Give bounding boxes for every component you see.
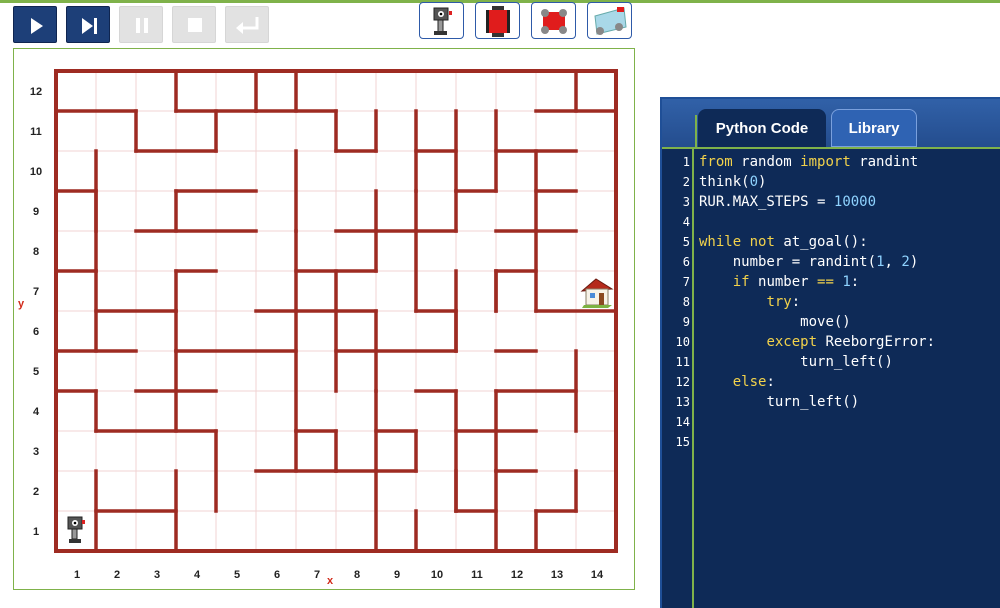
tab-bar-edge — [695, 115, 697, 147]
y-tick-label: 10 — [30, 166, 42, 178]
line-number: 10 — [675, 335, 690, 349]
line-number: 1 — [682, 155, 690, 169]
blue-car-robot-button[interactable] — [587, 2, 632, 39]
y-tick-label: 11 — [30, 126, 42, 138]
editor-tab-bar: Python Code Library — [662, 99, 1000, 149]
y-tick-label: 8 — [33, 246, 39, 258]
x-tick-label: 12 — [511, 569, 523, 581]
x-tick-label: 1 — [74, 569, 80, 581]
code-line: number = randint(1, 2) — [732, 254, 919, 270]
stop-icon — [188, 18, 202, 32]
code-line: try: — [766, 294, 801, 310]
line-number: 7 — [682, 275, 690, 289]
line-number: 3 — [682, 195, 690, 209]
run-button[interactable] — [13, 6, 57, 43]
code-line: while not at_goal(): — [699, 234, 868, 250]
line-number: 5 — [682, 235, 690, 249]
tab-library[interactable]: Library — [831, 109, 917, 147]
line-number: 11 — [675, 355, 690, 369]
code-line: think(0) — [699, 174, 767, 190]
world-panel: 1 2 3 4 5 6 7 8 9 10 11 12 13 14 1 2 3 4 5 6 7 8 9 10 11 12 x y — [13, 48, 635, 590]
line-number: 9 — [682, 315, 690, 329]
house-icon — [580, 278, 614, 308]
code-editor-panel: Python Code Library 1 2 3 4 5 6 7 8 9 10 11 12 13 14 1… — [660, 97, 1000, 608]
x-tick-label: 3 — [154, 569, 160, 581]
code-line: if number == 1: — [732, 274, 860, 290]
line-number-gutter: 1 2 3 4 5 6 7 8 9 10 11 12 13 14 15 — [662, 149, 692, 608]
step-button[interactable] — [66, 6, 110, 43]
robot-icon — [67, 516, 85, 543]
code-line: RUR.MAX_STEPS = 10000 — [699, 194, 877, 210]
step-icon — [82, 18, 97, 34]
code-line: turn_left() — [800, 354, 893, 370]
code-line: except ReeborgError: — [766, 334, 936, 350]
blue-car-robot-icon — [594, 7, 627, 35]
line-number: 13 — [675, 395, 690, 409]
code-line: turn_left() — [766, 394, 860, 410]
gutter-divider — [692, 149, 694, 608]
line-number: 2 — [682, 175, 690, 189]
x-tick-label: 6 — [274, 569, 280, 581]
line-number: 8 — [682, 295, 690, 309]
y-tick-label: 2 — [33, 486, 39, 498]
red-car-robot-icon — [541, 9, 567, 34]
x-tick-label: 10 — [431, 569, 443, 581]
code-line: move() — [800, 314, 851, 330]
x-tick-label: 11 — [471, 569, 483, 581]
return-icon — [236, 17, 259, 34]
x-axis-label: x — [327, 575, 334, 587]
classic-robot-button[interactable] — [419, 2, 464, 39]
y-tick-label: 1 — [33, 526, 39, 538]
stop-button[interactable] — [172, 6, 216, 43]
line-number: 12 — [675, 375, 690, 389]
x-tick-label: 7 — [314, 569, 320, 581]
y-axis-label: y — [18, 298, 25, 310]
x-tick-label: 8 — [354, 569, 360, 581]
line-number: 4 — [682, 215, 690, 229]
play-icon — [31, 18, 43, 34]
red-car-robot-button[interactable] — [531, 2, 576, 39]
code-line: from random import randint — [699, 154, 919, 170]
x-tick-label: 13 — [551, 569, 563, 581]
code-area[interactable]: from random import randint think(0) RUR.MA… — [699, 152, 999, 452]
x-tick-label: 5 — [234, 569, 240, 581]
y-tick-label: 12 — [30, 86, 42, 98]
tab-python-code[interactable]: Python Code — [698, 109, 826, 147]
square-robot-icon — [486, 6, 510, 37]
x-tick-label: 4 — [194, 569, 201, 581]
y-tick-label: 4 — [33, 406, 40, 418]
y-tick-label: 7 — [33, 286, 39, 298]
square-robot-button[interactable] — [475, 2, 520, 39]
pause-button[interactable] — [119, 6, 163, 43]
maze-canvas: 1 2 3 4 5 6 7 8 9 10 11 12 13 14123456789101112xy — [18, 69, 618, 587]
y-tick-label: 3 — [33, 446, 39, 458]
line-number: 15 — [675, 435, 690, 449]
x-tick-label: 2 — [114, 569, 120, 581]
x-tick-label: 9 — [394, 569, 400, 581]
line-number: 14 — [675, 415, 690, 429]
line-number: 6 — [682, 255, 690, 269]
reload-button[interactable] — [225, 6, 269, 43]
pause-icon — [136, 18, 148, 33]
y-tick-label: 5 — [33, 366, 39, 378]
y-tick-label: 9 — [33, 206, 39, 218]
code-line: else: — [732, 374, 775, 390]
x-tick-label: 14 — [591, 569, 604, 581]
y-tick-label: 6 — [33, 326, 39, 338]
classic-robot-icon — [433, 7, 452, 35]
